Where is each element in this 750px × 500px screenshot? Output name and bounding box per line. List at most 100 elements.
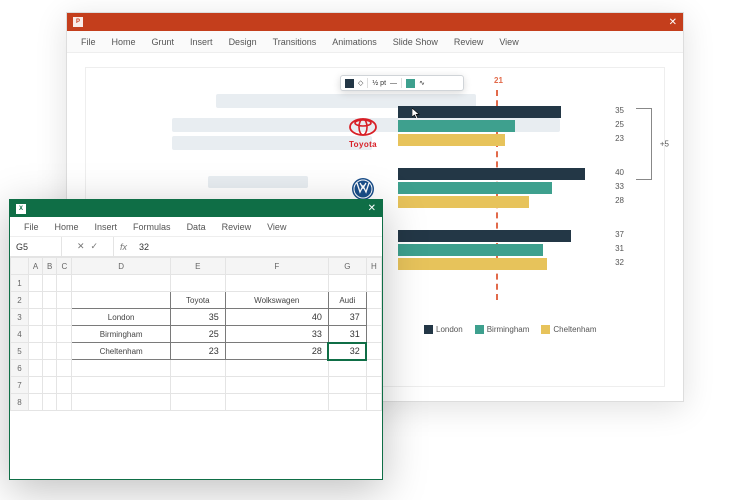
cell[interactable]: 40 <box>225 309 328 326</box>
pp-tab-file[interactable]: File <box>73 37 104 47</box>
row-header[interactable]: 2 <box>11 292 29 309</box>
bar-value: 28 <box>615 196 624 205</box>
bar-vw-birmingham[interactable] <box>398 182 552 194</box>
bar-audi-cheltenham[interactable] <box>398 258 547 270</box>
select-all-corner[interactable] <box>11 258 29 275</box>
col-header[interactable]: A <box>29 258 43 275</box>
row-header[interactable]: 6 <box>11 360 29 377</box>
xl-tab-formulas[interactable]: Formulas <box>125 222 179 232</box>
pp-tab-review[interactable]: Review <box>446 37 492 47</box>
xl-tab-file[interactable]: File <box>16 222 47 232</box>
brand-toyota: Toyota <box>334 114 392 149</box>
legend-label: London <box>436 325 463 334</box>
col-header[interactable]: E <box>170 258 225 275</box>
bar-value: 35 <box>615 106 624 115</box>
col-header[interactable]: C <box>57 258 72 275</box>
legend-swatch <box>424 325 433 334</box>
formula-value[interactable]: 32 <box>133 242 155 252</box>
pp-titlebar[interactable]: P ✕ <box>67 13 683 31</box>
col-header[interactable]: G <box>328 258 366 275</box>
cell[interactable]: Cheltenham <box>72 343 170 360</box>
col-header[interactable]: H <box>366 258 381 275</box>
col-header[interactable]: F <box>225 258 328 275</box>
cell[interactable]: Toyota <box>170 292 225 309</box>
pp-tab-view[interactable]: View <box>491 37 526 47</box>
cell[interactable]: London <box>72 309 170 326</box>
cell[interactable]: Wolkswagen <box>225 292 328 309</box>
pp-tab-animations[interactable]: Animations <box>324 37 385 47</box>
pp-tab-transitions[interactable]: Transitions <box>265 37 325 47</box>
chart-legend: London Birmingham Cheltenham <box>424 325 597 334</box>
shape-format-toolbar[interactable]: ◇ ½ pt — ∿ <box>340 75 464 91</box>
cell[interactable]: 37 <box>328 309 366 326</box>
cell[interactable]: 31 <box>328 326 366 343</box>
legend-swatch <box>475 325 484 334</box>
cell[interactable]: 28 <box>225 343 328 360</box>
bar-toyota-cheltenham[interactable] <box>398 134 505 146</box>
cell[interactable]: 25 <box>170 326 225 343</box>
pp-tab-slideshow[interactable]: Slide Show <box>385 37 446 47</box>
xl-tab-insert[interactable]: Insert <box>87 222 126 232</box>
cell[interactable] <box>72 292 170 309</box>
pp-tab-insert[interactable]: Insert <box>182 37 221 47</box>
powerpoint-icon: P <box>73 17 83 27</box>
xl-tab-view[interactable]: View <box>259 222 294 232</box>
row-header[interactable]: 8 <box>11 394 29 411</box>
toyota-logo-icon <box>334 114 392 140</box>
name-box[interactable]: G5 <box>10 237 62 256</box>
color-swatch[interactable] <box>406 79 415 88</box>
pp-tab-design[interactable]: Design <box>221 37 265 47</box>
col-header[interactable]: B <box>43 258 57 275</box>
placeholder-line <box>208 176 308 188</box>
bar-value: 31 <box>615 244 624 253</box>
bar-toyota-birmingham[interactable] <box>398 120 515 132</box>
line-style-icon[interactable]: — <box>390 80 397 87</box>
bar-value: 32 <box>615 258 624 267</box>
xl-ribbon-tabs: File Home Insert Formulas Data Review Vi… <box>10 217 382 237</box>
bar-group-audi: 37 31 32 <box>398 230 608 272</box>
confirm-icon[interactable]: ✓ <box>91 241 99 252</box>
xl-tab-review[interactable]: Review <box>214 222 260 232</box>
row-header[interactable]: 3 <box>11 309 29 326</box>
close-icon[interactable]: ✕ <box>669 17 677 28</box>
bar-audi-london[interactable] <box>398 230 571 242</box>
xl-tab-data[interactable]: Data <box>179 222 214 232</box>
fx-label[interactable]: fx <box>114 242 133 252</box>
bar-group-vw: 40 33 28 <box>398 168 608 210</box>
outline-icon[interactable]: ◇ <box>358 79 363 87</box>
cell[interactable]: Birmingham <box>72 326 170 343</box>
cancel-icon[interactable]: ✕ <box>77 241 85 252</box>
bar-vw-london[interactable] <box>398 168 585 180</box>
chart-type-icon[interactable]: ∿ <box>419 79 425 87</box>
bar-audi-birmingham[interactable] <box>398 244 543 256</box>
close-icon[interactable]: ✕ <box>368 203 376 214</box>
cell[interactable]: 35 <box>170 309 225 326</box>
spreadsheet-grid[interactable]: ABCDEFGH 1 2 ToyotaWolkswagenAudi 3 London… <box>10 257 382 411</box>
diff-value: +5 <box>660 140 669 149</box>
row-header[interactable]: 1 <box>11 275 29 292</box>
xl-titlebar[interactable]: X ✕ <box>10 200 382 217</box>
diff-bracket: +5 <box>636 108 652 180</box>
row-header[interactable]: 4 <box>11 326 29 343</box>
cell[interactable]: 33 <box>225 326 328 343</box>
bar-toyota-london[interactable] <box>398 106 561 118</box>
cell[interactable]: 23 <box>170 343 225 360</box>
fill-swatch[interactable] <box>345 79 354 88</box>
xl-tab-home[interactable]: Home <box>47 222 87 232</box>
excel-icon: X <box>16 204 26 214</box>
bar-value: 25 <box>615 120 624 129</box>
bar-value: 37 <box>615 230 624 239</box>
formula-controls: ✕ ✓ <box>62 237 114 256</box>
pp-ribbon-tabs: File Home Grunt Insert Design Transition… <box>67 31 683 53</box>
bar-vw-cheltenham[interactable] <box>398 196 529 208</box>
line-weight[interactable]: ½ pt <box>372 80 386 87</box>
pp-tab-home[interactable]: Home <box>104 37 144 47</box>
formula-bar: G5 ✕ ✓ fx 32 <box>10 237 382 257</box>
brand-label: Toyota <box>334 140 392 149</box>
row-header[interactable]: 7 <box>11 377 29 394</box>
pp-tab-grunt[interactable]: Grunt <box>144 37 183 47</box>
selected-cell[interactable]: 32 <box>328 343 366 360</box>
col-header[interactable]: D <box>72 258 170 275</box>
row-header[interactable]: 5 <box>11 343 29 360</box>
cell[interactable]: Audi <box>328 292 366 309</box>
